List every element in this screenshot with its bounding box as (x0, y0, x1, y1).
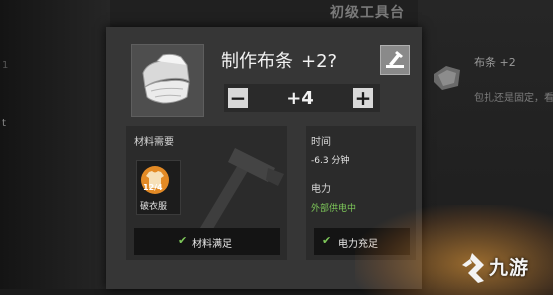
quantity-decrease-button[interactable]: − (228, 88, 248, 108)
materials-status-bar: ✔ 材料满足 (134, 228, 280, 255)
time-label: 时间 (311, 137, 331, 148)
background-left-text: t (2, 118, 6, 129)
background-left-text-top: 1 (2, 60, 9, 71)
quantity-increase-button[interactable]: + (353, 88, 373, 108)
craft-hammer-button[interactable] (380, 45, 410, 75)
materials-label: 材料需要 (134, 137, 174, 148)
station-title: 初级工具台 (330, 5, 405, 21)
power-label: 电力 (311, 184, 331, 195)
hammer-watermark-icon (200, 148, 284, 234)
craft-bonus: +2? (301, 51, 338, 72)
hammer-icon (386, 51, 404, 68)
watermark-text: 九游 (489, 257, 530, 279)
plus-icon: + (354, 86, 372, 110)
time-value: -6.3 分钟 (311, 156, 350, 166)
quantity-value: +4 (286, 88, 314, 109)
material-name: 破衣服 (140, 202, 168, 212)
materials-status-label: 材料满足 (192, 239, 232, 250)
background-left: 1 t (0, 0, 110, 289)
cloth-strip-icon (142, 53, 190, 104)
craft-item-icon-box (131, 44, 204, 117)
power-value: 外部供电中 (311, 204, 357, 214)
background-item-desc: 包扎还是固定，看 (474, 93, 553, 104)
background-item-name: 布条 +2 (474, 56, 516, 69)
watermark-logo-icon (462, 253, 484, 283)
craft-title: 制作布条 +2? (221, 47, 337, 73)
minus-icon: − (229, 86, 247, 110)
check-icon: ✔ (178, 234, 188, 247)
background-cloth-icon (434, 66, 460, 90)
material-count: 12/4 (143, 183, 163, 192)
watermark-glow (355, 205, 553, 295)
craft-title-text: 制作布条 (221, 51, 293, 72)
power-check-icon: ✔ (322, 234, 332, 247)
